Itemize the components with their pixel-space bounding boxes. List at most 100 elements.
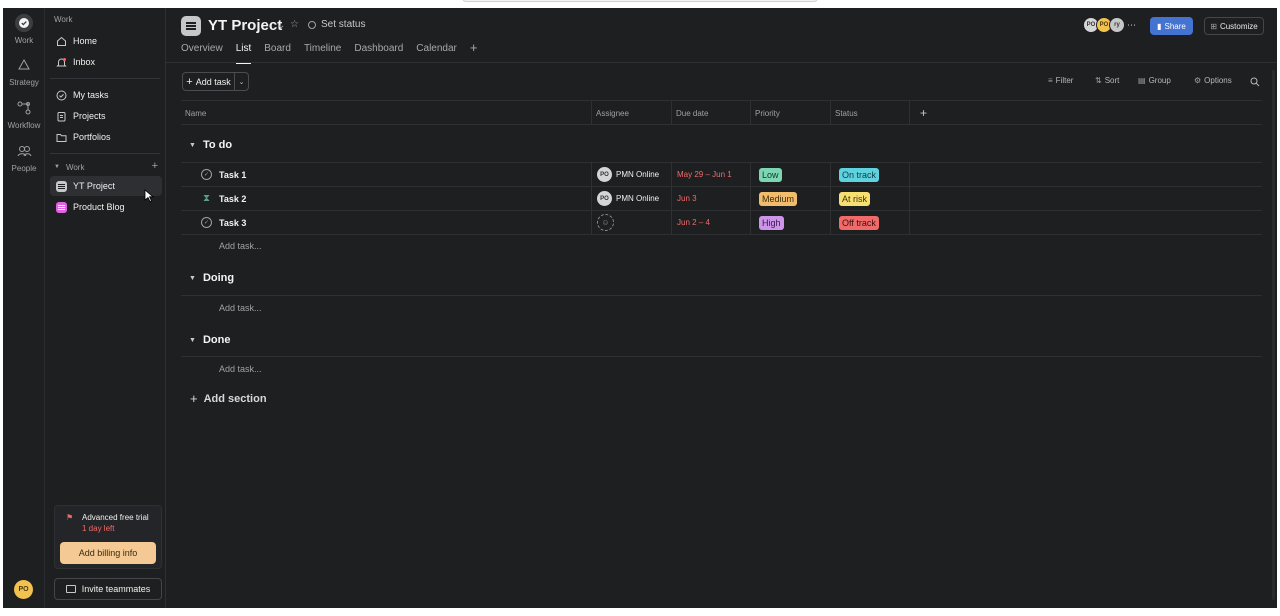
rail-label: Work <box>14 36 34 45</box>
trial-title: Advanced free trial <box>82 513 149 522</box>
task-name[interactable]: Task 2 <box>219 194 246 204</box>
filter-button[interactable]: ≡ Filter <box>1048 76 1073 85</box>
customize-button[interactable]: ⊞ Customize <box>1204 17 1264 35</box>
assignee-name[interactable]: PMN Online <box>616 170 659 179</box>
caret-down-icon: ▼ <box>189 141 196 149</box>
project-list-icon <box>181 16 201 36</box>
add-task-button[interactable]: + Add task ⌄ <box>182 72 249 91</box>
tab-list[interactable]: List <box>235 43 252 64</box>
add-billing-info-button[interactable]: Add billing info <box>60 542 156 564</box>
plus-icon: + <box>186 75 193 88</box>
avatar: PO <box>597 191 612 206</box>
group-label: Group <box>1148 76 1171 85</box>
tab-overview[interactable]: Overview <box>181 43 223 64</box>
options-button[interactable]: ⚙ Options <box>1194 76 1232 85</box>
column-header-due-date[interactable]: Due date <box>672 101 751 125</box>
sidebar-item-my-tasks[interactable]: My tasks <box>50 85 162 105</box>
sidebar-item-label: Portfolios <box>73 132 111 142</box>
sidebar-item-label: Product Blog <box>73 202 125 212</box>
unassigned-avatar-icon[interactable]: ☺ <box>597 214 614 231</box>
due-date[interactable]: May 29 – Jun 1 <box>677 170 732 179</box>
rail-item-work[interactable]: Work <box>3 14 45 45</box>
rail-label: People <box>11 164 37 173</box>
sort-button[interactable]: ⇅ Sort <box>1095 76 1119 85</box>
add-task-link[interactable]: Add task... <box>219 364 262 374</box>
sidebar-item-projects[interactable]: Projects <box>50 106 162 126</box>
sidebar-item-inbox[interactable]: Inbox <box>50 52 162 72</box>
add-task-link[interactable]: Add task... <box>219 303 262 313</box>
scrollbar[interactable] <box>1272 70 1275 600</box>
column-header-status[interactable]: Status <box>831 101 910 125</box>
sidebar-item-portfolios[interactable]: Portfolios <box>50 127 162 147</box>
address-bar[interactable] <box>462 0 818 2</box>
people-icon <box>17 146 32 157</box>
sidebar-section-work[interactable]: ▼ Work + <box>54 160 158 174</box>
set-status-label: Set status <box>321 19 366 30</box>
tab-dashboard[interactable]: Dashboard <box>354 43 403 64</box>
section-header-done[interactable]: ▼ Done <box>189 334 230 346</box>
section-title: Done <box>202 334 231 346</box>
mail-icon <box>65 585 76 593</box>
column-header-name[interactable]: Name <box>181 101 592 125</box>
add-tab-icon[interactable]: + <box>470 41 478 64</box>
group-button[interactable]: ▤ Group <box>1138 76 1171 85</box>
priority-badge[interactable]: Medium <box>759 191 798 206</box>
add-project-icon[interactable]: + <box>152 160 158 172</box>
rail-item-people[interactable]: People <box>3 142 45 173</box>
add-column-icon[interactable]: + <box>910 101 940 125</box>
assignee-name[interactable]: PMN Online <box>616 194 659 203</box>
hourglass-icon[interactable]: ⧗ <box>201 193 212 204</box>
rail-label: Workflow <box>7 121 41 130</box>
tab-board[interactable]: Board <box>264 43 291 64</box>
check-circle-icon[interactable]: ✓ <box>201 169 212 180</box>
folder-icon <box>56 132 67 143</box>
rail-item-workflow[interactable]: Workflow <box>3 99 45 130</box>
due-date[interactable]: Jun 2 – 4 <box>677 218 710 227</box>
add-section-label: Add section <box>203 392 267 405</box>
check-circle-icon[interactable]: ✓ <box>201 217 212 228</box>
sidebar-divider <box>50 78 160 79</box>
section-title: Doing <box>202 272 235 284</box>
chevron-down-icon[interactable]: ⌄ <box>277 20 285 31</box>
chevron-down-icon[interactable]: ⌄ <box>235 78 248 86</box>
sidebar: Work Home Inbox My tasks Projects Portfo… <box>46 8 166 608</box>
filter-label: Filter <box>1055 76 1074 85</box>
priority-badge[interactable]: High <box>759 215 784 230</box>
task-name[interactable]: Task 3 <box>219 218 246 228</box>
member-avatars[interactable]: PO PO ry ⋯ <box>1083 17 1136 33</box>
rail-label: Strategy <box>9 78 39 87</box>
set-status-button[interactable]: Set status <box>308 19 365 30</box>
sidebar-item-home[interactable]: Home <box>50 31 162 51</box>
task-name[interactable]: Task 1 <box>219 170 246 180</box>
add-section-button[interactable]: + Add section <box>190 391 267 406</box>
section-divider <box>181 295 1262 296</box>
section-title: To do <box>202 139 233 151</box>
status-badge[interactable]: At risk <box>839 191 871 206</box>
status-badge[interactable]: Off track <box>839 215 879 230</box>
table-row[interactable]: ✓ Task 3 ☺ Jun 2 – 4 High Off track <box>181 211 1262 235</box>
add-task-link[interactable]: Add task... <box>219 241 262 251</box>
list-project-icon <box>56 201 67 213</box>
project-title[interactable]: YT Project <box>208 17 282 34</box>
priority-badge[interactable]: Low <box>759 167 782 182</box>
table-row[interactable]: ⧗ Task 2 PO PMN Online Jun 3 Medium At r… <box>181 187 1262 211</box>
star-icon[interactable]: ☆ <box>290 19 299 30</box>
column-header-assignee[interactable]: Assignee <box>592 101 672 125</box>
user-avatar[interactable]: PO <box>14 580 33 599</box>
people-icon: ▮ <box>1157 21 1162 31</box>
search-icon[interactable] <box>1250 77 1260 87</box>
section-header-todo[interactable]: ▼ To do <box>189 139 232 151</box>
sidebar-item-label: YT Project <box>73 181 115 191</box>
table-row[interactable]: ✓ Task 1 PO PMN Online May 29 – Jun 1 Lo… <box>181 163 1262 187</box>
caret-down-icon: ▼ <box>189 274 196 282</box>
rail-item-strategy[interactable]: Strategy <box>3 56 45 87</box>
customize-label: Customize <box>1219 21 1258 31</box>
tab-timeline[interactable]: Timeline <box>304 43 341 64</box>
column-header-priority[interactable]: Priority <box>751 101 831 125</box>
section-header-doing[interactable]: ▼ Doing <box>189 272 234 284</box>
status-badge[interactable]: On track <box>839 167 880 182</box>
due-date[interactable]: Jun 3 <box>677 194 697 203</box>
invite-teammates-button[interactable]: Invite teammates <box>54 578 162 600</box>
share-button[interactable]: ▮ Share <box>1150 17 1193 35</box>
tab-calendar[interactable]: Calendar <box>416 43 457 64</box>
